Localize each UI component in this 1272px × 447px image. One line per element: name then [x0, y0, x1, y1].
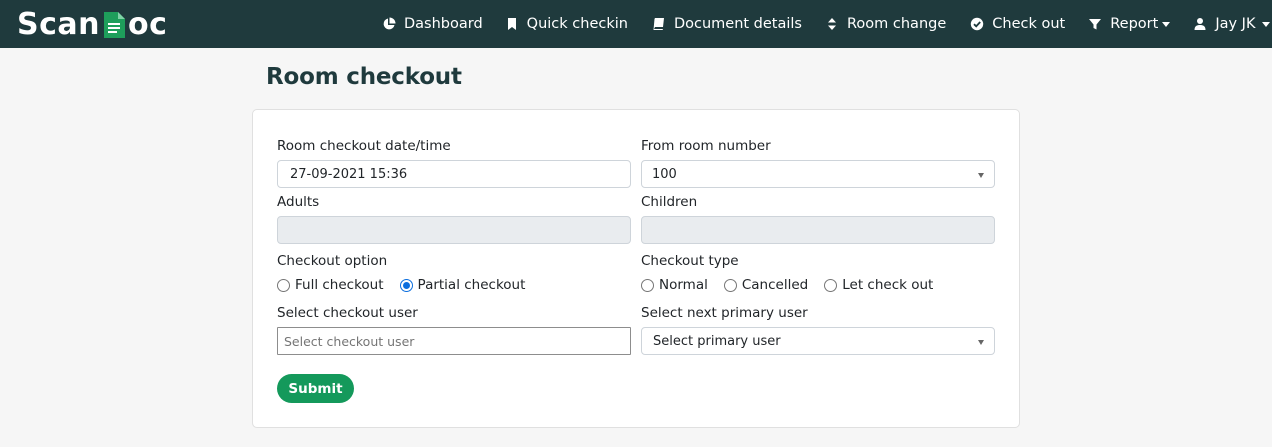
sort-icon [825, 17, 839, 31]
nav-check-out-label: Check out [992, 16, 1066, 32]
primary-user-label: Select next primary user [641, 305, 808, 321]
radio-circle-icon [723, 278, 737, 292]
nav-user-label: Jay JK [1215, 16, 1256, 32]
cancelled-radio[interactable]: Cancelled [723, 277, 809, 293]
let-check-out-radio[interactable]: Let check out [824, 277, 933, 293]
checkout-user-placeholder: Select checkout user [284, 333, 415, 349]
nav-quick-checkin-label: Quick checkin [526, 16, 628, 32]
top-navbar: Scan oc Dashboard Quick checkin Document… [0, 0, 1272, 48]
radio-circle-icon [641, 278, 654, 292]
book-icon [652, 17, 666, 31]
chevron-down-icon [1162, 21, 1171, 27]
let-check-out-label: Let check out [842, 277, 934, 293]
pie-chart-icon [382, 17, 396, 31]
cancelled-label: Cancelled [741, 277, 809, 293]
brand-text-left: Scan [17, 6, 100, 42]
nav-document-details-label: Document details [673, 16, 802, 32]
nav-report-dropdown[interactable]: Report [1088, 0, 1171, 48]
nav-user-dropdown[interactable]: Jay JK [1193, 0, 1271, 48]
chevron-down-icon [1262, 21, 1271, 27]
nav-document-details[interactable]: Document details [652, 0, 802, 48]
checkout-datetime-label: Room checkout date/time [277, 138, 451, 154]
normal-label: Normal [659, 277, 708, 293]
checkout-datetime-value: 27-09-2021 15:36 [290, 166, 408, 182]
primary-user-select[interactable]: Select primary user [641, 327, 995, 355]
nav-room-change-label: Room change [847, 16, 947, 32]
bookmark-icon [505, 17, 519, 31]
check-circle-icon [970, 17, 984, 31]
from-room-value: 100 [652, 166, 677, 182]
radio-circle-icon [277, 278, 290, 292]
page-title: Room checkout [266, 64, 462, 90]
checkout-option-group: Full checkout Partial checkout [277, 277, 541, 293]
normal-radio[interactable]: Normal [641, 277, 708, 293]
partial-checkout-label: Partial checkout [417, 277, 526, 293]
partial-checkout-radio[interactable]: Partial checkout [399, 277, 526, 293]
checkout-datetime-input[interactable]: 27-09-2021 15:36 [277, 160, 631, 188]
children-input [641, 216, 995, 244]
from-room-select[interactable]: 100 [641, 160, 995, 188]
radio-checked-icon [399, 278, 413, 292]
nav-room-change[interactable]: Room change [825, 0, 946, 48]
full-checkout-radio[interactable]: Full checkout [277, 277, 384, 293]
adults-label: Adults [277, 194, 320, 210]
radio-circle-icon [824, 278, 838, 292]
adults-input [277, 216, 631, 244]
checkout-user-input[interactable]: Select checkout user [277, 327, 631, 355]
submit-button[interactable]: Submit [277, 374, 354, 403]
document-logo-icon [101, 11, 127, 39]
nav-dashboard[interactable]: Dashboard [382, 0, 483, 48]
checkout-option-label: Checkout option [277, 253, 388, 269]
main-nav: Dashboard Quick checkin Document details… [382, 0, 1271, 48]
checkout-type-group: Normal Cancelled Let check out [641, 277, 949, 293]
brand-text-right: oc [128, 6, 168, 42]
full-checkout-label: Full checkout [295, 277, 384, 293]
nav-report-label: Report [1110, 16, 1159, 32]
nav-quick-checkin[interactable]: Quick checkin [505, 0, 628, 48]
filter-icon [1088, 17, 1102, 31]
checkout-type-label: Checkout type [641, 253, 739, 269]
brand-logo[interactable]: Scan oc [17, 6, 167, 42]
checkout-form-card: Room checkout date/time 27-09-2021 15:36… [252, 109, 1020, 428]
nav-dashboard-label: Dashboard [404, 16, 483, 32]
primary-user-value: Select primary user [653, 333, 781, 349]
user-icon [1193, 17, 1207, 31]
checkout-user-label: Select checkout user [277, 305, 418, 321]
from-room-label: From room number [641, 138, 771, 154]
nav-check-out[interactable]: Check out [970, 0, 1065, 48]
children-label: Children [641, 194, 698, 210]
